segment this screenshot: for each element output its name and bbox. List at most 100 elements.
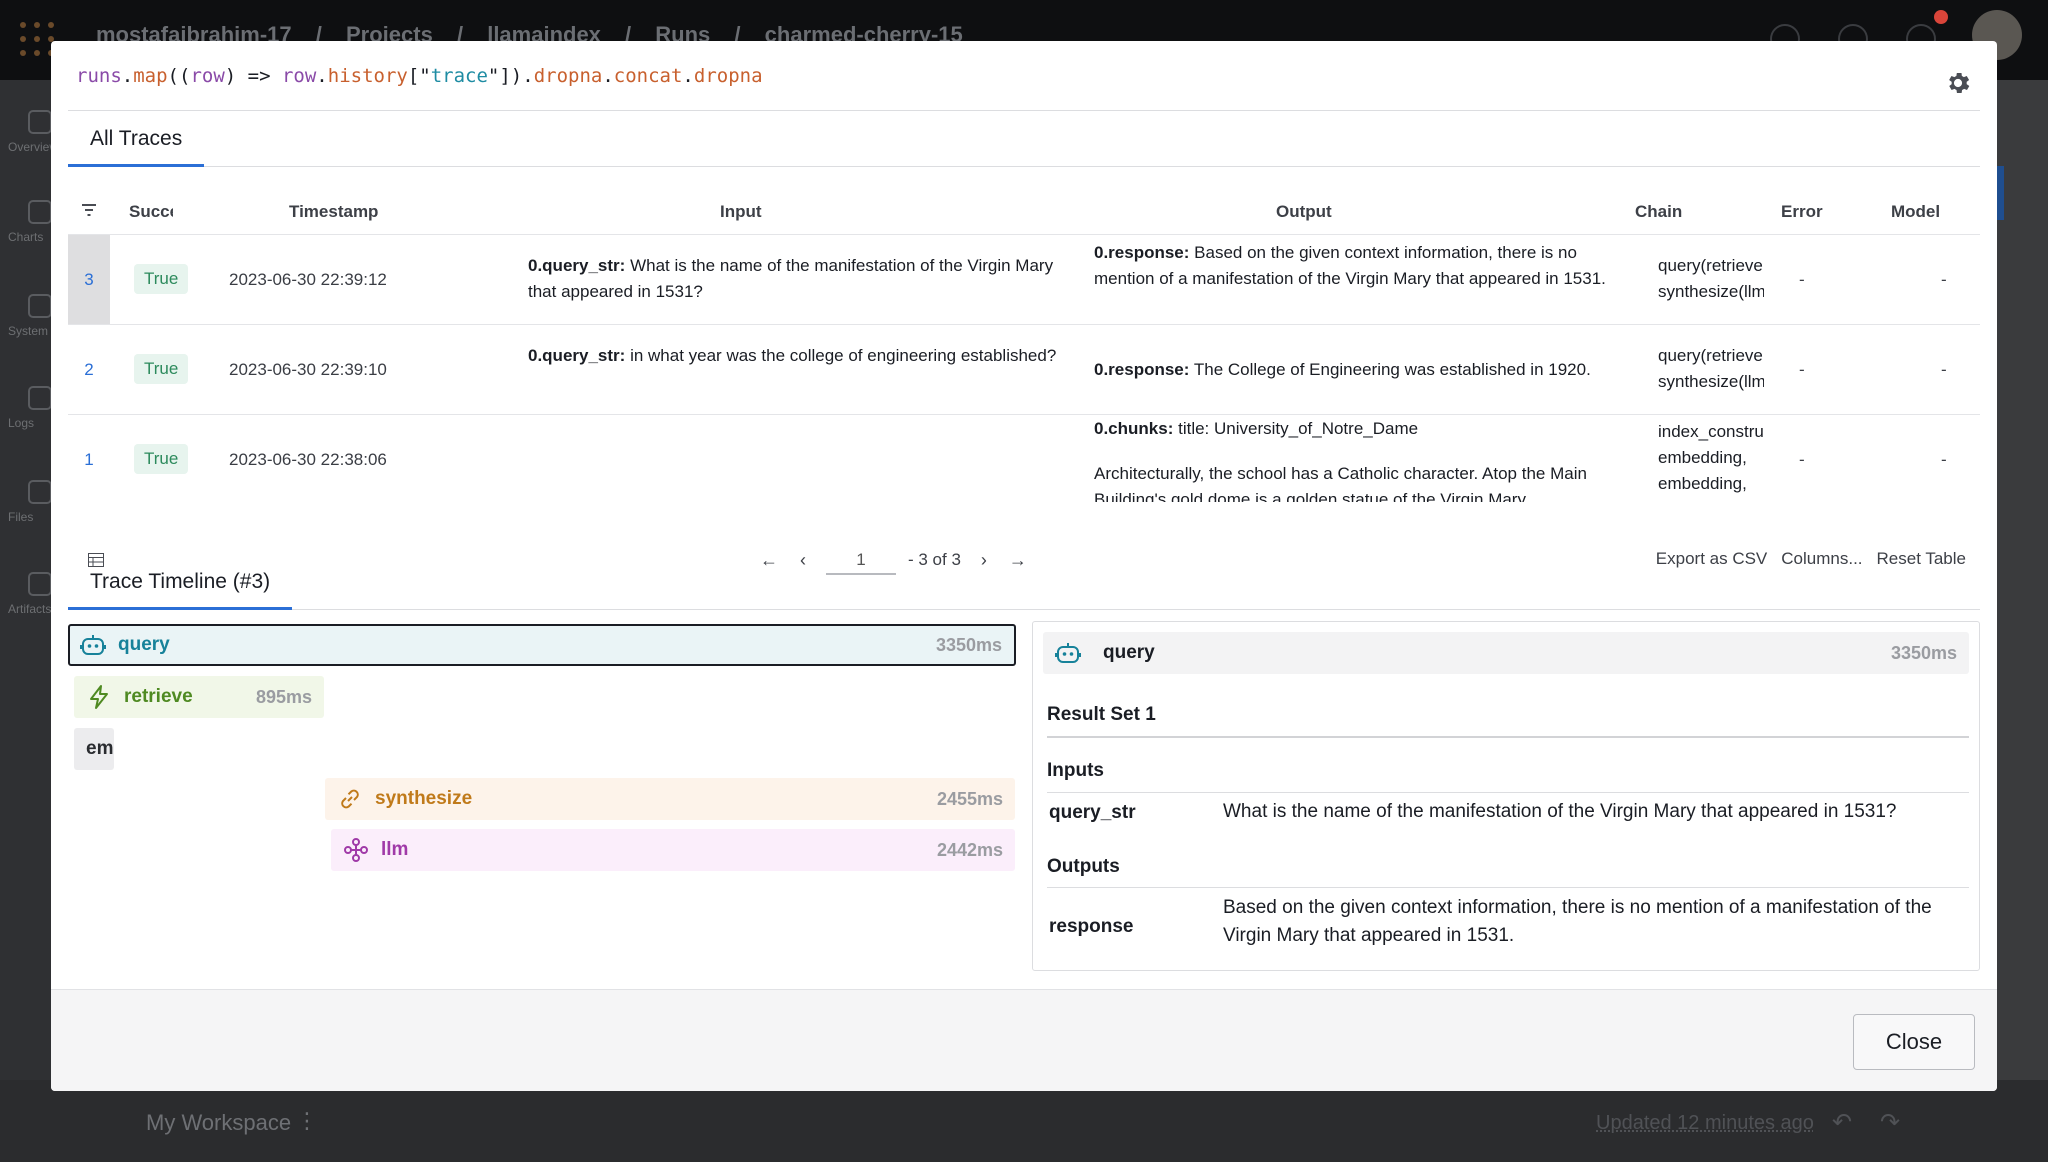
lightning-icon [90,685,108,709]
notification-badge [1934,10,1948,24]
close-button[interactable]: Close [1853,1014,1975,1070]
header-chain[interactable]: Chain [1635,202,1682,222]
expression-token: "]). [487,65,534,87]
app-sidebar: Overview Charts System Logs Files Artifa… [0,80,58,1080]
expression-token: . [602,65,614,87]
expression-token: ) => [224,65,282,87]
expression-token: dropna [533,65,603,87]
divider [1047,887,1969,888]
row-chain[interactable]: index_constru embedding, embedding, [1658,419,1764,497]
header-model[interactable]: Model [1891,202,1941,222]
traces-table: Succe Timestamp Input Output Chain Error… [68,188,1980,502]
span-retrieve[interactable]: retrieve 895ms [74,676,324,718]
expression-token: concat [613,65,683,87]
row-input[interactable]: 0.query_str: in what year was the colleg… [528,343,1068,369]
row-error: - [1799,270,1805,289]
list-icon [28,386,52,410]
status-badge: True [134,354,189,384]
header-error[interactable]: Error [1781,202,1823,222]
tab-all-traces[interactable]: All Traces [68,111,205,167]
timeline-tabs: Trace Timeline (#3) [68,554,1980,610]
expression-editor[interactable]: runs.map((row) => row.history["trace"]).… [68,41,1980,111]
undo-icon[interactable]: ↶ [1832,1108,1852,1137]
trace-modal: runs.map((row) => row.history["trace"]).… [51,41,1997,1091]
row-chain[interactable]: query(retrieve synthesize(llm [1658,343,1764,395]
sidebar-item-system[interactable]: System [8,294,52,338]
expression-token: . [316,65,328,87]
row-error: - [1799,360,1805,379]
row-output[interactable]: 0.response: Based on the given context i… [1094,240,1614,292]
expression-token: map [133,65,168,87]
chart-icon [28,200,52,224]
expression-token: row [190,65,225,87]
span-llm[interactable]: llm 2442ms [331,829,1015,871]
workspace-label[interactable]: My Workspace [146,1110,291,1136]
span-query[interactable]: query 3350ms [68,624,1016,666]
table-row[interactable]: 2 True 2023-06-30 22:39:10 0.query_str: … [68,324,1980,414]
status-badge: True [134,264,189,294]
divider [1047,736,1969,738]
workspace-menu-icon[interactable]: ⋮ [296,1108,318,1134]
layers-icon [28,572,52,596]
robot-icon [1055,643,1081,663]
network-icon [344,838,368,862]
expression-token: . [121,65,134,87]
input-key: query_str [1049,802,1136,823]
span-synthesize[interactable]: synthesize 2455ms [325,778,1015,820]
sidebar-item-logs[interactable]: Logs [8,386,52,430]
result-set-title: Result Set 1 [1047,704,1156,725]
row-output[interactable]: 0.chunks: title: University_of_Notre_Dam… [1094,416,1614,502]
expression-token: runs [76,65,122,87]
traces-tabs: All Traces [68,111,1980,167]
row-chain[interactable]: query(retrieve synthesize(llm [1658,253,1764,305]
tab-trace-timeline[interactable]: Trace Timeline (#3) [68,554,293,610]
background-button-edge [1996,166,2004,220]
row-index[interactable]: 2 [68,325,110,414]
file-icon [28,480,52,504]
output-key: response [1049,916,1134,937]
table-row[interactable]: 1 True 2023-06-30 22:38:06 0.chunks: tit… [68,414,1980,502]
app-bottom-bar: My Workspace ⋮ Updated 12 minutes ago ↶ … [0,1080,2048,1162]
row-index[interactable]: 1 [68,415,110,502]
expression-token: (( [167,65,191,87]
span-embedding[interactable]: em [74,728,114,770]
info-icon [28,110,52,134]
gear-icon[interactable] [1944,69,1972,97]
sidebar-item-artifacts[interactable]: Artifacts [8,572,52,616]
output-value: Based on the given context information, … [1223,897,1932,946]
sidebar-item-charts[interactable]: Charts [8,200,52,244]
header-success[interactable]: Succe [129,202,173,222]
row-model: - [1941,360,1947,379]
detail-header: query 3350ms [1043,632,1969,674]
expression-token: trace [430,65,488,87]
outputs-title: Outputs [1047,856,1120,877]
filter-icon[interactable] [82,204,96,216]
detail-span-duration: 3350ms [1890,643,1957,663]
expression-token: [" [407,65,431,87]
span-detail-panel: query 3350ms Result Set 1 Inputs query_s… [1032,621,1980,971]
row-output[interactable]: 0.response: The College of Engineering w… [1094,357,1634,383]
expression-token: dropna [693,65,763,87]
robot-icon [80,635,106,655]
sidebar-item-overview[interactable]: Overview [8,110,58,154]
expression-token: . [682,65,694,87]
row-timestamp: 2023-06-30 22:39:12 [229,270,387,289]
input-value: What is the name of the manifestation of… [1223,801,1897,822]
table-row[interactable]: 3 True 2023-06-30 22:39:12 0.query_str: … [68,234,1980,324]
row-model: - [1941,450,1947,469]
status-badge: True [134,444,189,474]
modal-footer: Close [51,989,1997,1091]
expression-token: row [281,65,317,87]
row-timestamp: 2023-06-30 22:39:10 [229,360,387,379]
row-error: - [1799,450,1805,469]
sidebar-item-files[interactable]: Files [8,480,52,524]
row-input[interactable]: 0.query_str: What is the name of the man… [528,253,1068,305]
inputs-title: Inputs [1047,760,1104,781]
header-input[interactable]: Input [720,202,762,222]
header-output[interactable]: Output [1276,202,1332,222]
expression-token: history [327,65,408,87]
redo-icon[interactable]: ↷ [1880,1108,1900,1137]
detail-span-name: query [1103,642,1155,663]
header-timestamp[interactable]: Timestamp [289,202,378,222]
row-index[interactable]: 3 [68,235,110,324]
